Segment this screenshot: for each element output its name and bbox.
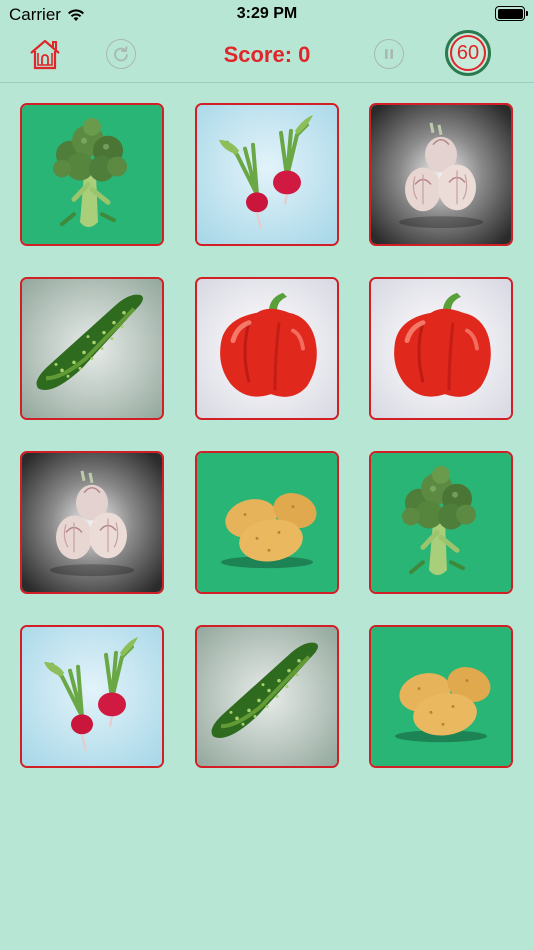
garlic-icon — [371, 105, 511, 244]
memory-card-garlic[interactable] — [369, 103, 513, 246]
cucumber-icon — [22, 279, 162, 418]
pause-button[interactable] — [374, 39, 404, 69]
timer-value: 60 — [456, 41, 480, 64]
status-time: 3:29 PM — [236, 5, 298, 22]
cucumber-icon — [197, 627, 337, 766]
game-toolbar: Score: 0 60 — [0, 30, 534, 82]
memory-card-radish[interactable] — [195, 103, 339, 246]
memory-card-cucumber[interactable] — [20, 277, 164, 420]
pause-icon — [385, 49, 393, 59]
garlic-icon — [22, 453, 162, 592]
score-label: Score: 0 — [223, 42, 311, 67]
memory-card-bell-pepper[interactable] — [369, 277, 513, 420]
bell-pepper-icon — [371, 279, 511, 418]
memory-card-bell-pepper[interactable] — [195, 277, 339, 420]
memory-card-potato[interactable] — [369, 625, 513, 768]
potato-icon — [197, 453, 337, 592]
memory-card-broccoli[interactable] — [369, 451, 513, 594]
toolbar-divider — [0, 82, 534, 83]
timer-ring: 60 — [450, 35, 486, 71]
radish-icon — [197, 105, 337, 244]
broccoli-icon — [22, 105, 162, 244]
memory-card-potato[interactable] — [195, 451, 339, 594]
countdown-timer: 60 — [445, 30, 491, 76]
battery-icon — [495, 6, 528, 21]
memory-card-cucumber[interactable] — [195, 625, 339, 768]
broccoli-icon — [371, 453, 511, 592]
memory-card-radish[interactable] — [20, 625, 164, 768]
status-bar: Carrier 3:29 PM — [0, 0, 534, 30]
bell-pepper-icon — [197, 279, 337, 418]
memory-card-broccoli[interactable] — [20, 103, 164, 246]
radish-icon — [22, 627, 162, 766]
card-grid — [20, 103, 514, 771]
memory-card-garlic[interactable] — [20, 451, 164, 594]
potato-icon — [371, 627, 511, 766]
